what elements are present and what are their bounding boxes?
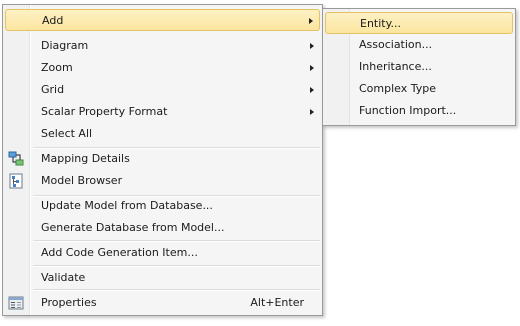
submenu-arrow-icon [310, 87, 314, 93]
menu-item-label: Grid [41, 83, 65, 96]
context-menu: Add Diagram Zoom Grid Scalar Property Fo… [2, 4, 323, 316]
menu-item-diagram[interactable]: Diagram [5, 35, 320, 57]
menu-item-label: Add Code Generation Item... [41, 246, 198, 259]
submenu-item-entity[interactable]: Entity... [325, 12, 513, 34]
submenu-item-inheritance[interactable]: Inheritance... [325, 56, 513, 78]
menu-item-properties[interactable]: Properties Alt+Enter [5, 292, 320, 314]
menu-item-scalar-property-format[interactable]: Scalar Property Format [5, 101, 320, 123]
submenu-arrow-icon [310, 109, 314, 115]
menu-item-shortcut: Alt+Enter [250, 296, 304, 309]
submenu-arrow-icon [310, 43, 314, 49]
menu-item-label: Add [42, 14, 64, 27]
menu-item-select-all[interactable]: Select All [5, 123, 320, 145]
menu-item-grid[interactable]: Grid [5, 79, 320, 101]
submenu-item-function-import[interactable]: Function Import... [325, 100, 513, 122]
menu-item-label: Update Model from Database... [41, 199, 213, 212]
menu-item-zoom[interactable]: Zoom [5, 57, 320, 79]
menu-item-label: Scalar Property Format [41, 105, 168, 118]
menu-item-add-code-generation-item[interactable]: Add Code Generation Item... [5, 242, 320, 264]
menu-item-label: Validate [41, 271, 86, 284]
menu-item-label: Select All [41, 127, 93, 140]
properties-icon [8, 295, 24, 311]
submenu-item-label: Complex Type [359, 82, 437, 95]
submenu-item-label: Entity... [360, 17, 402, 30]
menu-item-label: Model Browser [41, 174, 123, 187]
menu-item-validate[interactable]: Validate [5, 267, 320, 289]
mapping-details-icon [8, 151, 24, 167]
menu-item-label: Generate Database from Model... [41, 221, 225, 234]
menu-item-model-browser[interactable]: Model Browser [5, 170, 320, 192]
stage: Add Diagram Zoom Grid Scalar Property Fo… [0, 0, 520, 326]
menu-item-label: Mapping Details [41, 152, 130, 165]
submenu-item-association[interactable]: Association... [325, 34, 513, 56]
menu-separator [33, 289, 320, 291]
menu-item-label: Diagram [41, 39, 89, 52]
menu-item-label: Zoom [41, 61, 73, 74]
add-submenu: Entity... Association... Inheritance... … [322, 8, 516, 126]
model-browser-icon [8, 173, 24, 189]
submenu-arrow-icon [309, 18, 313, 24]
menu-item-label: Properties [41, 296, 97, 309]
submenu-item-complex-type[interactable]: Complex Type [325, 78, 513, 100]
submenu-item-label: Function Import... [359, 104, 457, 117]
menu-item-generate-database-from-model[interactable]: Generate Database from Model... [5, 217, 320, 239]
menu-item-add[interactable]: Add [5, 9, 320, 31]
menu-item-update-model-from-database[interactable]: Update Model from Database... [5, 195, 320, 217]
submenu-arrow-icon [310, 65, 314, 71]
submenu-item-label: Inheritance... [359, 60, 432, 73]
submenu-item-label: Association... [359, 38, 433, 51]
menu-item-mapping-details[interactable]: Mapping Details [5, 148, 320, 170]
